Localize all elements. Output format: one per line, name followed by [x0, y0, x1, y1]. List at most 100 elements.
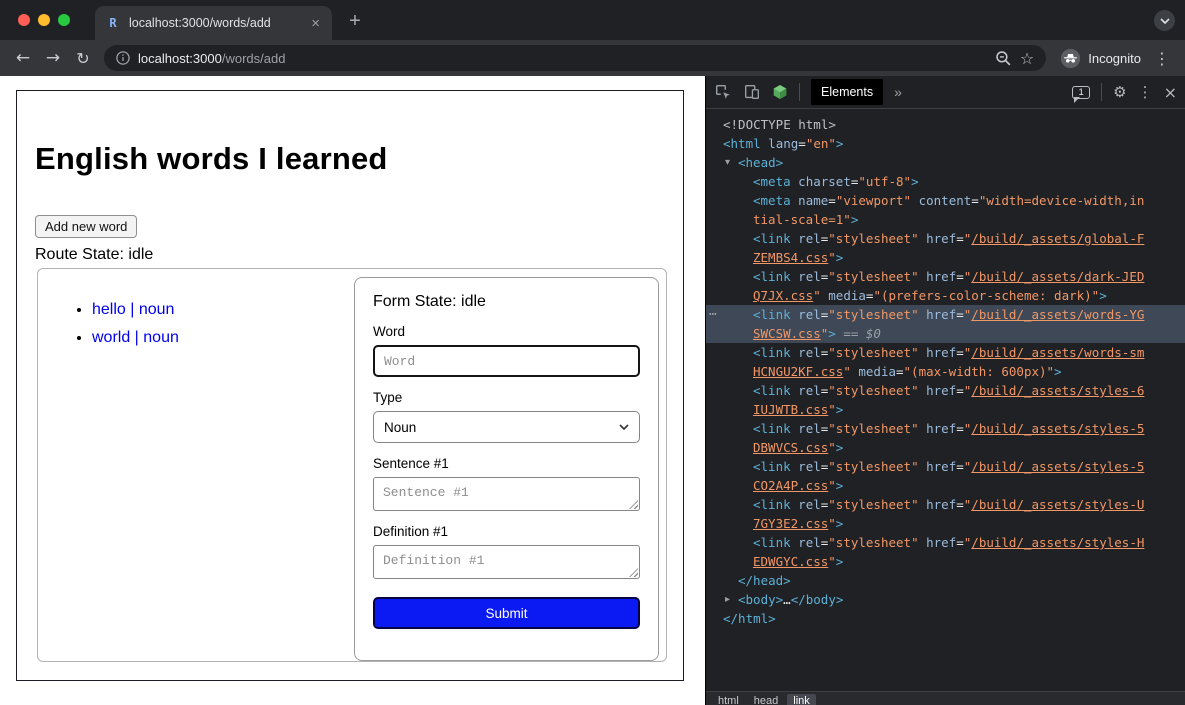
add-new-word-button[interactable]: Add new word — [35, 215, 137, 238]
close-window-button[interactable] — [18, 14, 30, 26]
tab-strip: R localhost:3000/words/add × + — [0, 0, 1185, 40]
sentence-label: Sentence #1 — [373, 456, 640, 471]
more-tabs-icon[interactable]: » — [894, 84, 902, 100]
tab-favicon: R — [105, 15, 121, 31]
type-label: Type — [373, 390, 640, 405]
dom-node-line[interactable]: 7GY3E2.css"> — [706, 514, 1185, 533]
dom-node-line[interactable]: IUJWTB.css"> — [706, 400, 1185, 419]
devtools-toolbar: Elements » 1 ⚙ ⋮ × — [706, 76, 1185, 109]
dom-node-line[interactable]: ▾<head> — [706, 153, 1185, 172]
device-toolbar-icon[interactable] — [743, 83, 761, 101]
words-panel: hello | noun world | noun Form State: idl… — [37, 268, 667, 662]
sentence-input[interactable] — [373, 477, 640, 511]
dom-node-line[interactable]: CO2A4P.css"> — [706, 476, 1185, 495]
breadcrumb-item-html[interactable]: html — [712, 694, 745, 705]
route-state-text: Route State: idle — [35, 246, 683, 264]
browser-window: R localhost:3000/words/add × + ← → ↻ loc… — [0, 0, 1185, 705]
tab-title: localhost:3000/words/add — [129, 16, 301, 30]
toolbar-divider — [799, 83, 800, 101]
dom-node-line[interactable]: </head> — [706, 571, 1185, 590]
dom-node-line[interactable]: DBWVCS.css"> — [706, 438, 1185, 457]
browser-menu-icon[interactable]: ⋮ — [1147, 44, 1177, 72]
tab-search-button[interactable] — [1154, 10, 1175, 31]
dom-node-line[interactable]: </html> — [706, 609, 1185, 628]
dom-node-line[interactable]: Q7JX.css" media="(prefers-color-scheme: … — [706, 286, 1185, 305]
dom-node-line[interactable]: ⋯<link rel="stylesheet" href="/build/_as… — [706, 305, 1185, 324]
dom-node-line[interactable]: SWCSW.css"> == $0 — [706, 324, 1185, 343]
definition-label: Definition #1 — [373, 524, 640, 539]
zoom-icon[interactable] — [995, 50, 1012, 67]
new-tab-button[interactable]: + — [342, 8, 368, 34]
window-controls — [18, 14, 70, 26]
dom-node-line[interactable]: <meta name="viewport" content="width=dev… — [706, 191, 1185, 210]
collapse-arrow-icon[interactable]: ▸ — [725, 590, 730, 609]
word-label: Word — [373, 324, 640, 339]
add-word-form: Form State: idle Word Type Noun Sentence… — [354, 277, 659, 661]
submit-button[interactable]: Submit — [373, 597, 640, 629]
elements-tree: <!DOCTYPE html><html lang="en">▾<head><m… — [706, 110, 1185, 691]
browser-toolbar: ← → ↻ localhost:3000/words/add ☆ Incogni… — [0, 40, 1185, 76]
page-container: English words I learned Add new word Rou… — [16, 90, 684, 681]
url-host: localhost:3000 — [138, 51, 222, 66]
devtools-settings-gear-icon[interactable]: ⚙ — [1113, 83, 1126, 101]
toolbar-divider — [1101, 83, 1102, 101]
dom-node-line[interactable]: tial-scale=1"> — [706, 210, 1185, 229]
word-link[interactable]: world | noun — [92, 329, 179, 346]
chevron-down-icon — [1160, 18, 1170, 24]
minimize-window-button[interactable] — [38, 14, 50, 26]
word-input[interactable] — [373, 345, 640, 377]
node-menu-dots-icon[interactable]: ⋯ — [709, 305, 717, 324]
sentence-field — [373, 477, 640, 511]
dom-node-line[interactable]: <link rel="stylesheet" href="/build/_ass… — [706, 495, 1185, 514]
dom-node-line[interactable]: <link rel="stylesheet" href="/build/_ass… — [706, 457, 1185, 476]
bookmark-star-icon[interactable]: ☆ — [1020, 49, 1034, 68]
type-select-value: Noun — [384, 420, 416, 435]
definition-field — [373, 545, 640, 579]
address-bar[interactable]: localhost:3000/words/add ☆ — [104, 45, 1046, 71]
page-title: English words I learned — [35, 141, 683, 177]
forward-button[interactable]: → — [38, 44, 68, 72]
dom-node-line[interactable]: ZEMBS4.css"> — [706, 248, 1185, 267]
dom-node-line[interactable]: <link rel="stylesheet" href="/build/_ass… — [706, 343, 1185, 362]
breadcrumb-item-head[interactable]: head — [748, 694, 784, 705]
url-path: /words/add — [222, 51, 286, 66]
incognito-icon — [1060, 48, 1081, 69]
dom-node-line[interactable]: <!DOCTYPE html> — [706, 115, 1185, 134]
expand-arrow-icon[interactable]: ▾ — [725, 153, 730, 172]
chevron-down-icon — [619, 424, 629, 430]
issues-counter-icon[interactable]: 1 — [1072, 86, 1090, 99]
reload-button[interactable]: ↻ — [68, 44, 98, 72]
dom-node-line[interactable]: <link rel="stylesheet" href="/build/_ass… — [706, 229, 1185, 248]
dom-node-line[interactable]: ▸<body>…</body> — [706, 590, 1185, 609]
devtools-tab-elements[interactable]: Elements — [811, 79, 883, 105]
devtools-close-icon[interactable]: × — [1164, 83, 1177, 102]
dom-node-line[interactable]: <link rel="stylesheet" href="/build/_ass… — [706, 267, 1185, 286]
inspect-element-icon[interactable] — [714, 83, 732, 101]
dom-node-line[interactable]: <link rel="stylesheet" href="/build/_ass… — [706, 533, 1185, 552]
back-button[interactable]: ← — [8, 44, 38, 72]
issues-count: 1 — [1078, 87, 1083, 98]
devtools-panel: Elements » 1 ⚙ ⋮ × <!DOCTYPE html><html … — [705, 76, 1185, 705]
dom-node-line[interactable]: <link rel="stylesheet" href="/build/_ass… — [706, 419, 1185, 438]
tab-close-icon[interactable]: × — [309, 16, 322, 31]
browser-tab[interactable]: R localhost:3000/words/add × — [95, 6, 332, 40]
form-state-text: Form State: idle — [373, 293, 640, 311]
devtools-menu-icon[interactable]: ⋮ — [1138, 83, 1153, 101]
dom-node-line[interactable]: <link rel="stylesheet" href="/build/_ass… — [706, 381, 1185, 400]
web-page: English words I learned Add new word Rou… — [0, 76, 705, 705]
dom-node-line[interactable]: <html lang="en"> — [706, 134, 1185, 153]
word-link[interactable]: hello | noun — [92, 301, 174, 318]
dom-node-line[interactable]: EDWGYC.css"> — [706, 552, 1185, 571]
dom-node-line[interactable]: <meta charset="utf-8"> — [706, 172, 1185, 191]
type-select[interactable]: Noun — [373, 411, 640, 443]
breadcrumb-item-link[interactable]: link — [787, 694, 816, 705]
url-text: localhost:3000/words/add — [138, 51, 987, 66]
incognito-label: Incognito — [1088, 51, 1141, 66]
dom-node-line[interactable]: HCNGU2KF.css" media="(max-width: 600px)"… — [706, 362, 1185, 381]
extension-cube-icon[interactable] — [772, 84, 788, 100]
devtools-breadcrumb: htmlheadlink — [706, 691, 1185, 705]
fullscreen-window-button[interactable] — [58, 14, 70, 26]
definition-input[interactable] — [373, 545, 640, 579]
site-info-icon[interactable] — [116, 51, 130, 65]
incognito-badge: Incognito — [1060, 48, 1141, 69]
